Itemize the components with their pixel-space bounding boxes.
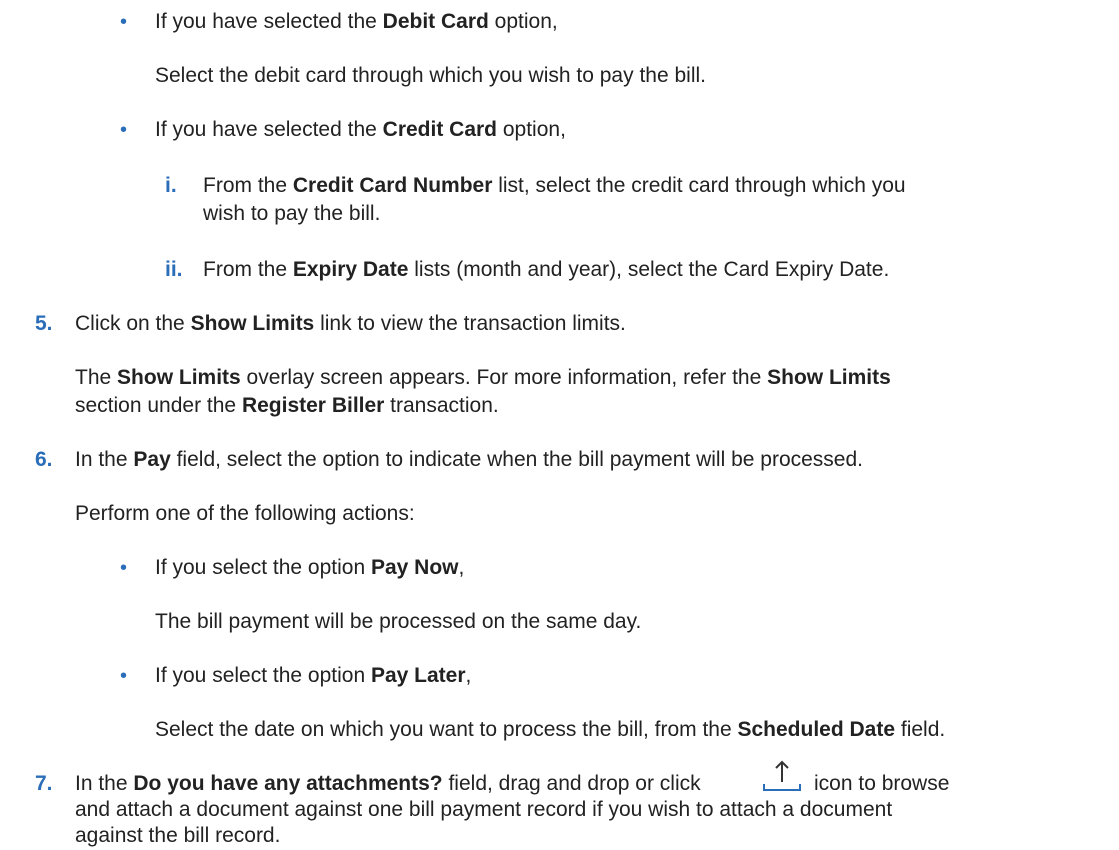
upload-icon[interactable] (760, 758, 804, 794)
sub-label-i: i. (165, 174, 177, 197)
bullet-pay-now: • (120, 557, 128, 579)
step-7-text: In the Do you have any attachments? fiel… (75, 772, 701, 795)
bullet-pay-later: • (120, 665, 128, 687)
step-6-text: In the Pay field, select the option to i… (75, 448, 863, 471)
document-page: • If you have selected the Debit Card op… (0, 0, 1119, 847)
credit-sub1-line2: wish to pay the bill. (203, 202, 381, 225)
step-5-number: 5. (35, 312, 53, 335)
step-6-number: 6. (35, 448, 53, 471)
bullet-debit: • (120, 11, 128, 33)
debit-detail: Select the debit card through which you … (155, 64, 706, 87)
debit-heading: If you have selected the Debit Card opti… (155, 10, 558, 33)
credit-sub1: From the Credit Card Number list, select… (203, 174, 906, 197)
credit-heading: If you have selected the Credit Card opt… (155, 118, 566, 141)
step-5-para-line2: section under the Register Biller transa… (75, 394, 499, 417)
pay-now-heading: If you select the option Pay Now, (155, 556, 465, 579)
credit-sub2: From the Expiry Date lists (month and ye… (203, 258, 890, 281)
step-7-text-post: icon to browse (814, 772, 950, 795)
step-5-para-line1: The Show Limits overlay screen appears. … (75, 366, 891, 389)
pay-later-heading: If you select the option Pay Later, (155, 664, 472, 687)
step-6-perform: Perform one of the following actions: (75, 502, 415, 525)
sub-label-ii: ii. (165, 258, 183, 281)
step-7-number: 7. (35, 772, 53, 795)
pay-now-detail: The bill payment will be processed on th… (155, 610, 642, 633)
step-5-text: Click on the Show Limits link to view th… (75, 312, 626, 335)
step-7-line2: and attach a document against one bill p… (75, 798, 893, 821)
pay-later-detail: Select the date on which you want to pro… (155, 718, 946, 741)
bullet-credit: • (120, 119, 128, 141)
